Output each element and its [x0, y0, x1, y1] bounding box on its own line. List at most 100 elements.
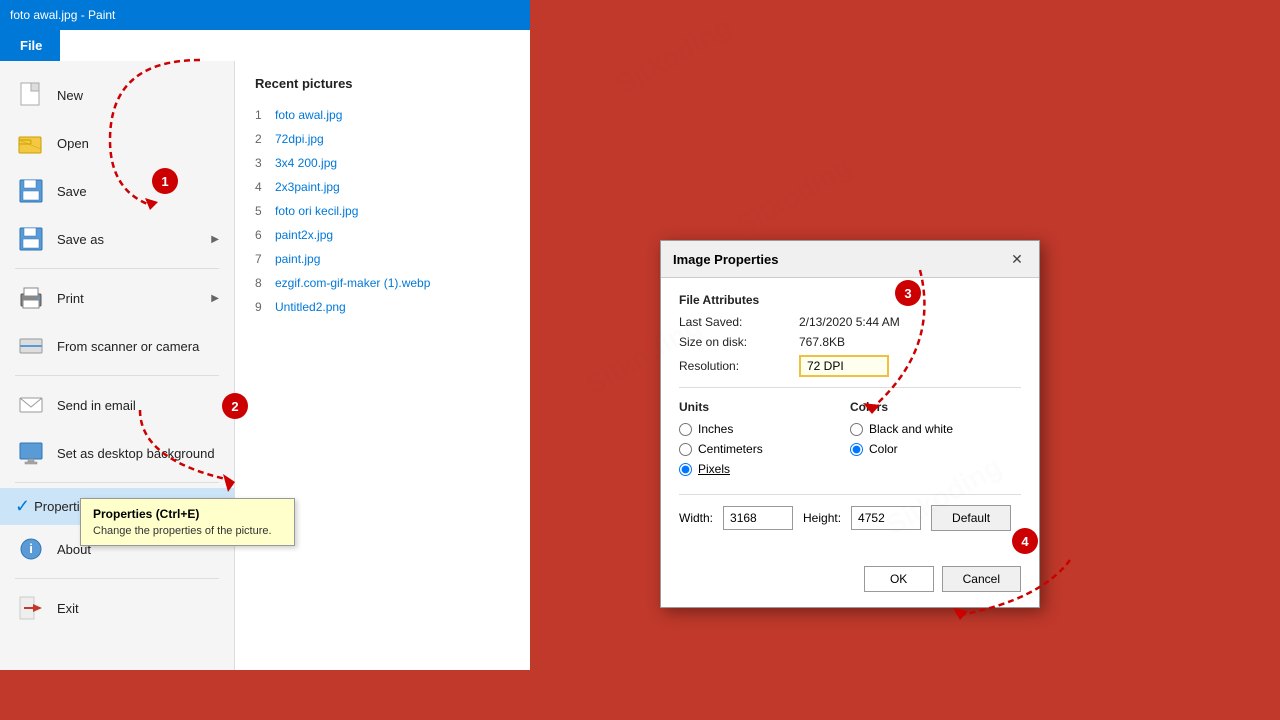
bw-label: Black and white: [869, 422, 953, 436]
pixels-radio[interactable]: [679, 463, 692, 476]
last-saved-value: 2/13/2020 5:44 AM: [799, 315, 900, 329]
size-label: Size on disk:: [679, 335, 799, 349]
file-attributes-title: File Attributes: [679, 293, 1021, 307]
menu-label-open: Open: [57, 136, 89, 151]
dialog-close-button[interactable]: ✕: [1007, 249, 1027, 269]
watermark-1: Sitkoding: [611, 10, 737, 101]
last-saved-row: Last Saved: 2/13/2020 5:44 AM: [679, 315, 1021, 329]
recent-item-6[interactable]: 6 paint2x.jpg: [255, 223, 510, 247]
divider-1: [15, 268, 219, 269]
centimeters-radio[interactable]: [679, 443, 692, 456]
menu-item-save[interactable]: Save: [0, 167, 234, 215]
file-tab[interactable]: File: [0, 30, 60, 61]
units-colors-row: Units Inches Centimeters Pixels: [679, 400, 1021, 482]
divider-2: [15, 375, 219, 376]
ok-button[interactable]: OK: [864, 566, 934, 592]
color-label: Color: [869, 442, 898, 456]
units-title: Units: [679, 400, 850, 414]
image-properties-dialog: Image Properties ✕ File Attributes Last …: [660, 240, 1040, 608]
menu-label-new: New: [57, 88, 83, 103]
canvas-area: Sitkoding Sitkoding Sitkoding Sitkoding …: [530, 0, 1280, 720]
print-arrow: ▶: [211, 293, 219, 304]
resolution-input[interactable]: [799, 355, 889, 377]
height-input[interactable]: [851, 506, 921, 530]
open-icon: [15, 127, 47, 159]
file-panel: File New Open Save: [0, 30, 530, 670]
height-label: Height:: [803, 511, 841, 525]
new-icon: [15, 79, 47, 111]
inches-radio[interactable]: [679, 423, 692, 436]
badge-1: 1: [152, 168, 178, 194]
saveas-arrow: ▶: [211, 234, 219, 245]
colors-section: Colors Black and white Color: [850, 400, 1021, 482]
resolution-label: Resolution:: [679, 359, 799, 373]
menu-item-exit[interactable]: Exit: [0, 584, 234, 632]
recent-item-8[interactable]: 8 ezgif.com-gif-maker (1).webp: [255, 271, 510, 295]
about-icon: i: [15, 533, 47, 565]
menu-item-setdesktop[interactable]: Set as desktop background: [0, 429, 234, 477]
bw-radio[interactable]: [850, 423, 863, 436]
menu-item-saveas[interactable]: Save as ▶: [0, 215, 234, 263]
dialog-body: File Attributes Last Saved: 2/13/2020 5:…: [661, 278, 1039, 556]
menu-label-print: Print: [57, 291, 84, 306]
recent-title: Recent pictures: [255, 76, 510, 91]
menu-label-exit: Exit: [57, 601, 79, 616]
print-icon: [15, 282, 47, 314]
email-icon: [15, 389, 47, 421]
divider-3: [15, 482, 219, 483]
save-icon: [15, 175, 47, 207]
pixels-label: Pixels: [698, 462, 730, 476]
width-label: Width:: [679, 511, 713, 525]
recent-item-1[interactable]: 1 foto awal.jpg: [255, 103, 510, 127]
tooltip-box: Properties (Ctrl+E) Change the propertie…: [80, 498, 295, 546]
desktop-icon: [15, 437, 47, 469]
file-menu-right: Recent pictures 1 foto awal.jpg 2 72dpi.…: [235, 61, 530, 670]
menu-item-new[interactable]: New: [0, 71, 234, 119]
menu-item-print[interactable]: Print ▶: [0, 274, 234, 322]
menu-item-open[interactable]: Open: [0, 119, 234, 167]
menu-item-fromscanner[interactable]: From scanner or camera: [0, 322, 234, 370]
width-input[interactable]: [723, 506, 793, 530]
menu-item-sendemail[interactable]: Send in email: [0, 381, 234, 429]
tooltip-title: Properties (Ctrl+E): [93, 507, 282, 521]
dialog-title-bar: Image Properties ✕: [661, 241, 1039, 278]
units-section: Units Inches Centimeters Pixels: [679, 400, 850, 482]
menu-label-fromscanner: From scanner or camera: [57, 339, 199, 354]
badge-4: 4: [1012, 528, 1038, 554]
recent-item-3[interactable]: 3 3x4 200.jpg: [255, 151, 510, 175]
color-radio[interactable]: [850, 443, 863, 456]
recent-item-4[interactable]: 4 2x3paint.jpg: [255, 175, 510, 199]
saveas-icon: [15, 223, 47, 255]
checkmark-icon: ✓: [15, 496, 30, 517]
colors-title: Colors: [850, 400, 1021, 414]
dialog-title: Image Properties: [673, 252, 779, 267]
scanner-icon: [15, 330, 47, 362]
menu-label-save: Save: [57, 184, 87, 199]
cancel-button[interactable]: Cancel: [942, 566, 1021, 592]
dialog-buttons: OK Cancel: [661, 556, 1039, 607]
bw-row: Black and white: [850, 422, 1021, 436]
tooltip-desc: Change the properties of the picture.: [93, 525, 282, 537]
last-saved-label: Last Saved:: [679, 315, 799, 329]
inches-label: Inches: [698, 422, 733, 436]
resolution-row: Resolution:: [679, 355, 1021, 377]
dialog-divider: [679, 387, 1021, 388]
inches-row: Inches: [679, 422, 850, 436]
recent-item-2[interactable]: 2 72dpi.jpg: [255, 127, 510, 151]
recent-item-9[interactable]: 9 Untitled2.png: [255, 295, 510, 319]
svg-text:i: i: [29, 541, 33, 556]
exit-icon: [15, 592, 47, 624]
badge-2: 2: [222, 393, 248, 419]
menu-label-saveas: Save as: [57, 232, 104, 247]
default-button[interactable]: Default: [931, 505, 1011, 531]
recent-item-7[interactable]: 7 paint.jpg: [255, 247, 510, 271]
centimeters-label: Centimeters: [698, 442, 763, 456]
size-value: 767.8KB: [799, 335, 845, 349]
badge-3: 3: [895, 280, 921, 306]
color-row: Color: [850, 442, 1021, 456]
title-text: foto awal.jpg - Paint: [10, 8, 115, 22]
menu-label-sendemail: Send in email: [57, 398, 136, 413]
centimeters-row: Centimeters: [679, 442, 850, 456]
watermark-2: Sitkoding: [731, 150, 857, 241]
recent-item-5[interactable]: 5 foto ori kecil.jpg: [255, 199, 510, 223]
